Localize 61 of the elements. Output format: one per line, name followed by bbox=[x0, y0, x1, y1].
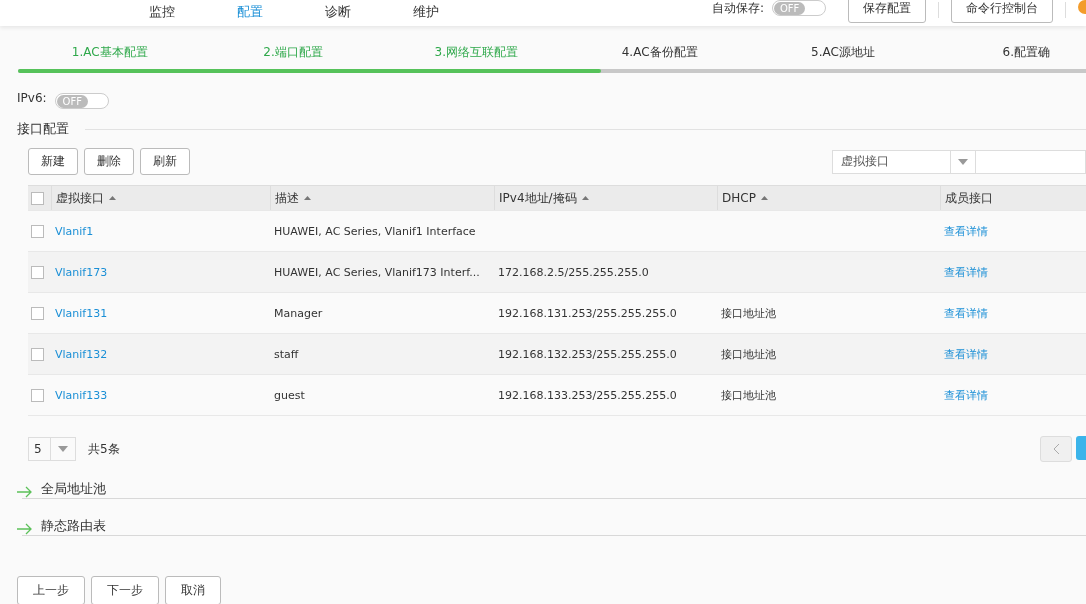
section-header[interactable]: 全局地址池 bbox=[41, 480, 106, 498]
table-cell: 192.168.132.253/255.255.255.0 bbox=[498, 347, 677, 361]
column-header[interactable]: 虚拟接口 bbox=[56, 189, 104, 207]
select-all-checkbox[interactable] bbox=[31, 191, 44, 205]
table-cell: 172.168.2.5/255.255.255.0 bbox=[498, 265, 649, 279]
section-title: 接口配置 bbox=[17, 120, 69, 138]
wizard-step[interactable]: 5.AC源地址 bbox=[751, 44, 935, 61]
arrow-icon[interactable] bbox=[17, 523, 33, 535]
interface-link[interactable]: Vlanif1 bbox=[55, 224, 94, 238]
table-cell: HUAWEI, AC Series, Vlanif173 Interf... bbox=[274, 265, 480, 279]
footer-button[interactable]: 下一步 bbox=[91, 576, 159, 604]
section-header[interactable]: 静态路由表 bbox=[41, 517, 106, 535]
save-config-button[interactable]: 保存配置 bbox=[848, 0, 926, 23]
caret-icon bbox=[958, 158, 968, 165]
table-cell: Manager bbox=[274, 306, 323, 320]
table-cell: 接口地址池 bbox=[721, 306, 776, 320]
table-cell: staff bbox=[274, 347, 299, 361]
wizard-step[interactable]: 4.AC备份配置 bbox=[568, 44, 752, 61]
caret-icon bbox=[58, 446, 68, 452]
row-checkbox[interactable] bbox=[31, 224, 44, 238]
footer-button[interactable]: 上一步 bbox=[17, 576, 85, 604]
console-button[interactable]: 命令行控制台 bbox=[951, 0, 1053, 23]
row-checkbox[interactable] bbox=[31, 265, 44, 279]
table-cell: 接口地址池 bbox=[721, 347, 776, 361]
table-cell: HUAWEI, AC Series, Vlanif1 Interface bbox=[274, 224, 476, 238]
sort-icon[interactable] bbox=[760, 196, 768, 200]
column-header[interactable]: 描述 bbox=[275, 189, 299, 207]
sort-icon[interactable] bbox=[304, 196, 311, 200]
toolbar-button[interactable]: 新建 bbox=[28, 148, 78, 175]
table-cell: 192.168.131.253/255.255.255.0 bbox=[498, 306, 677, 320]
ipv6-label: IPv6: bbox=[17, 91, 47, 105]
row-checkbox[interactable] bbox=[31, 347, 44, 361]
row-checkbox[interactable] bbox=[31, 388, 44, 402]
wizard-step[interactable]: 6.配置确 bbox=[934, 44, 1086, 61]
table-cell: guest bbox=[274, 388, 305, 402]
nav-tab[interactable]: 诊断 bbox=[294, 0, 382, 21]
sort-icon[interactable] bbox=[581, 196, 589, 200]
details-link[interactable]: 查看详情 bbox=[944, 388, 988, 402]
filter-dropdown[interactable]: 虚拟接口 bbox=[832, 149, 976, 174]
nav-tab[interactable]: 监控 bbox=[118, 0, 206, 21]
sort-icon[interactable] bbox=[109, 196, 116, 200]
chevron-left-icon bbox=[1052, 443, 1060, 455]
arrow-icon[interactable] bbox=[17, 486, 33, 498]
toolbar-button[interactable]: 删除 bbox=[84, 148, 134, 175]
footer-button[interactable]: 取消 bbox=[165, 576, 221, 604]
column-header[interactable]: DHCP bbox=[722, 191, 756, 205]
total-count: 共5条 bbox=[88, 440, 120, 458]
details-link[interactable]: 查看详情 bbox=[944, 306, 988, 320]
nav-tab[interactable]: 配置 bbox=[206, 0, 294, 21]
nav-tab[interactable]: 维护 bbox=[382, 0, 470, 21]
column-header[interactable]: IPv4地址/掩码 bbox=[499, 189, 577, 207]
previous-page-button[interactable] bbox=[1040, 436, 1072, 462]
toolbar-button[interactable]: 刷新 bbox=[140, 148, 190, 175]
table-cell: 接口地址池 bbox=[721, 388, 776, 402]
table-cell: 192.168.133.253/255.255.255.0 bbox=[498, 388, 677, 402]
page-size-dropdown[interactable]: 5 bbox=[28, 437, 76, 461]
search-field[interactable] bbox=[976, 149, 1086, 174]
row-checkbox[interactable] bbox=[31, 306, 44, 320]
column-header[interactable]: 成员接口 bbox=[945, 189, 993, 207]
details-link[interactable]: 查看详情 bbox=[944, 224, 988, 238]
autosave-label: 自动保存: bbox=[711, 0, 764, 17]
